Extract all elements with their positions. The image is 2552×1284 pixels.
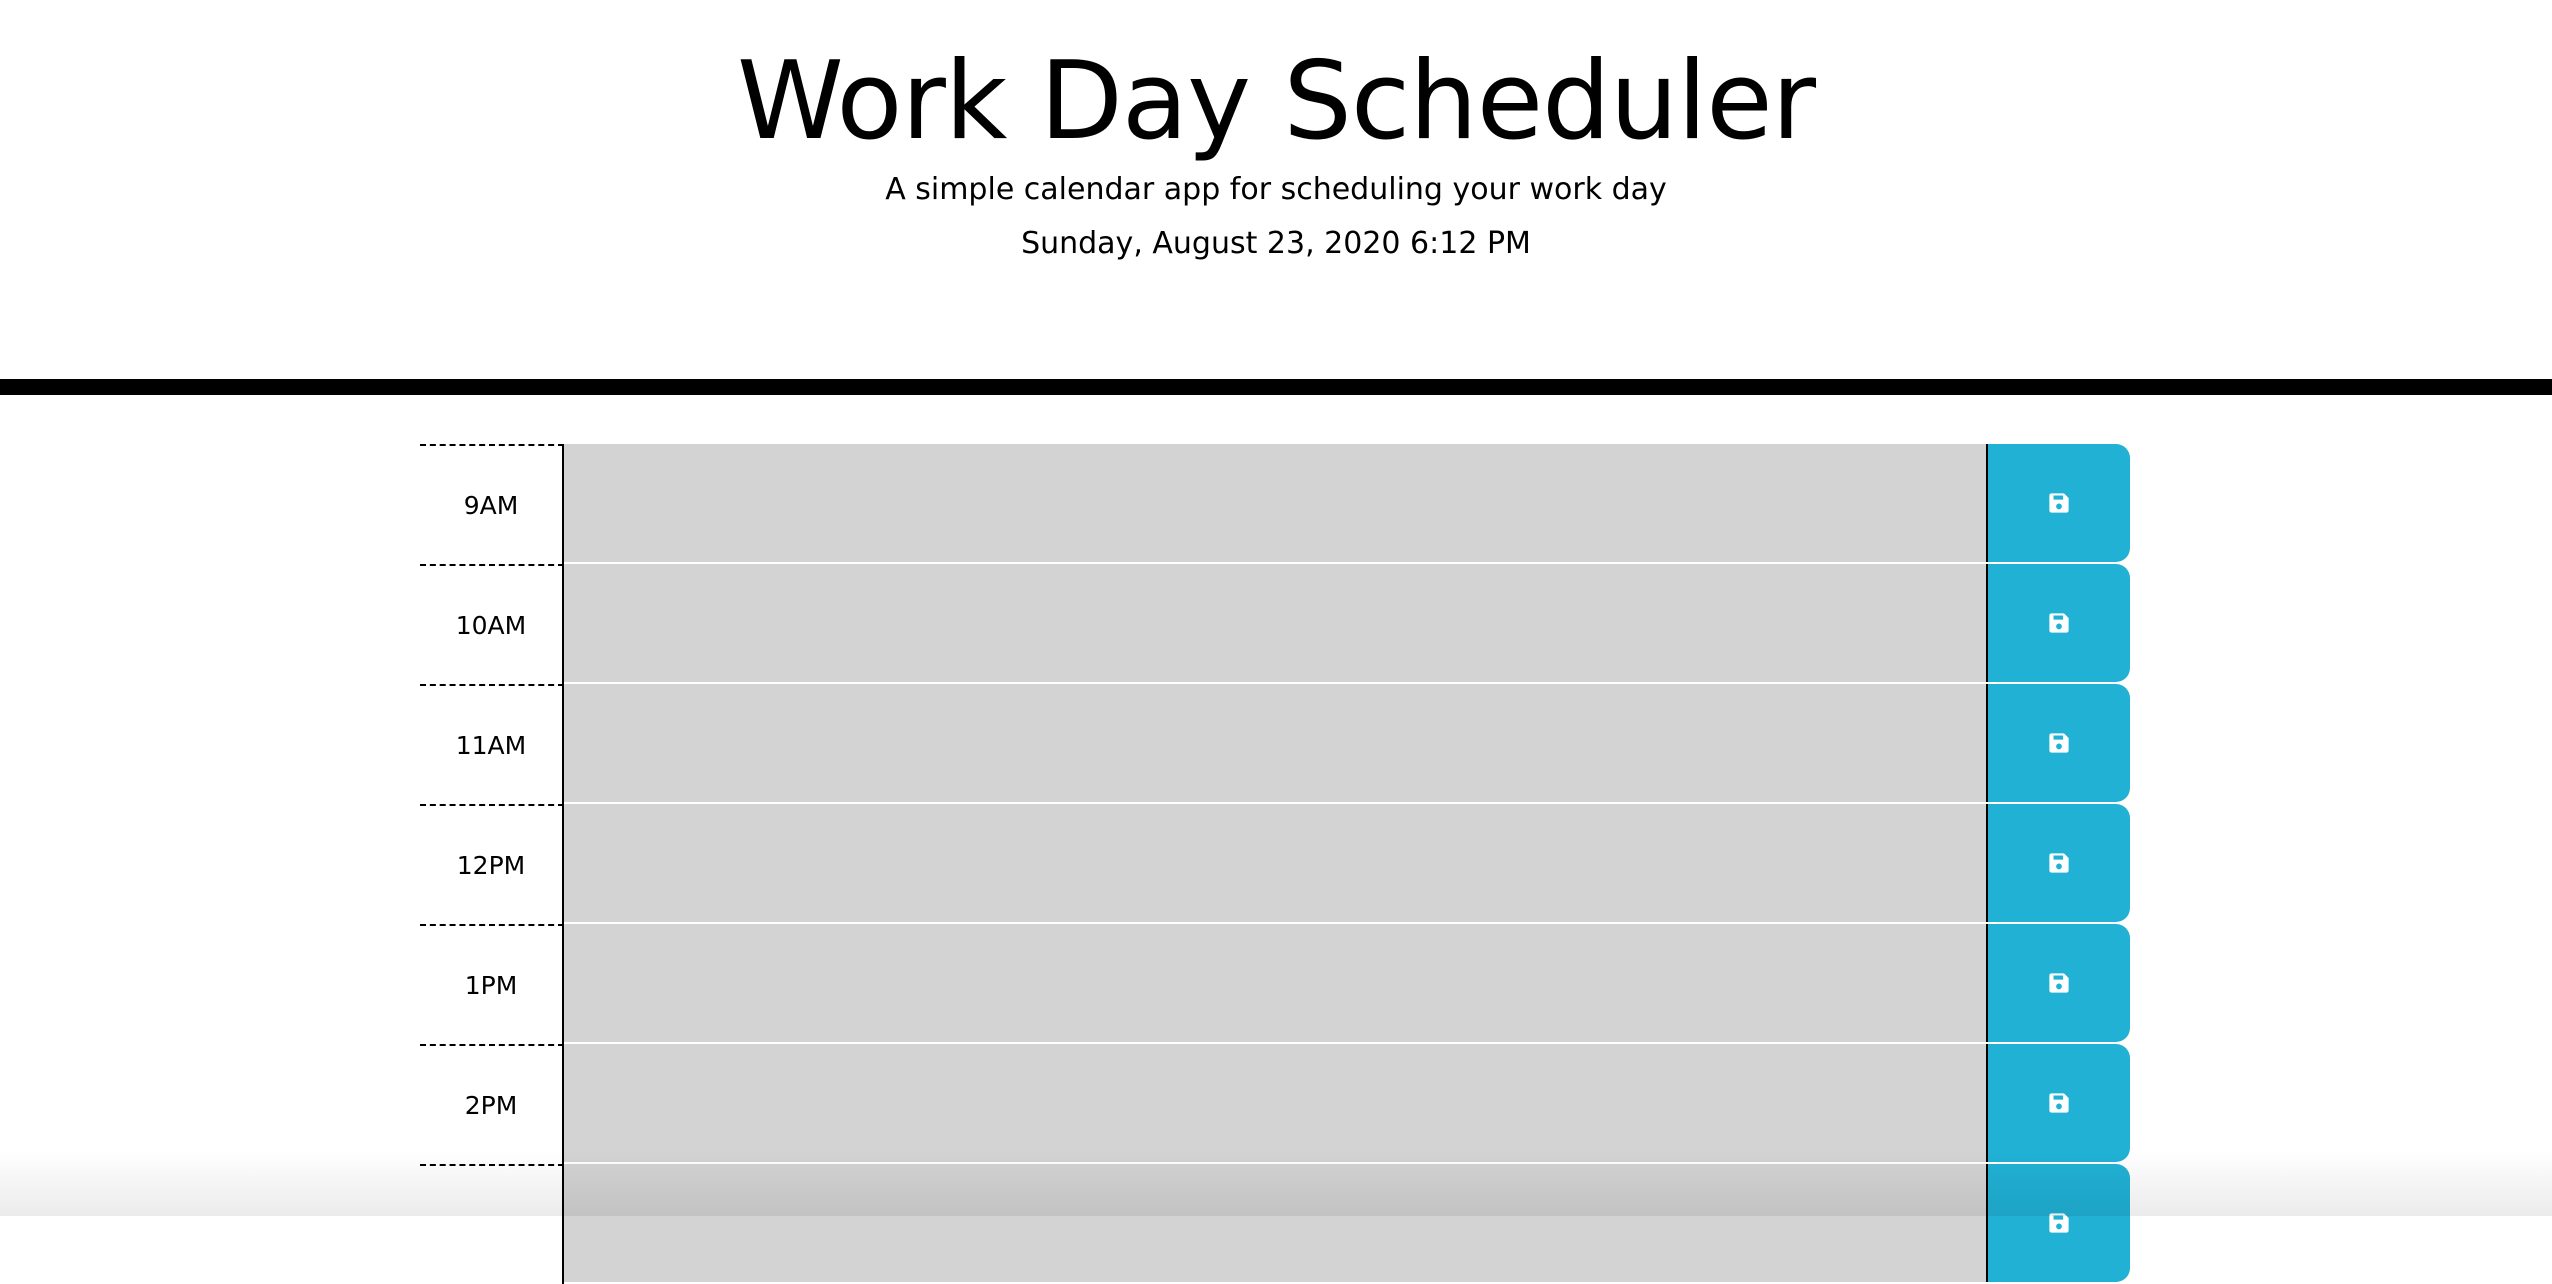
save-icon (2049, 733, 2069, 753)
save-button[interactable] (1986, 564, 2130, 682)
save-icon (2049, 853, 2069, 873)
save-icon (2049, 613, 2069, 633)
page-title: Work Day Scheduler (736, 39, 1816, 164)
hour-label (420, 1164, 564, 1284)
save-button[interactable] (1986, 1044, 2130, 1162)
save-icon (2049, 1093, 2069, 1113)
hour-label: 9AM (420, 444, 564, 564)
time-block-row (420, 1164, 2130, 1284)
hour-label: 11AM (420, 684, 564, 804)
time-block-row: 9AM (420, 444, 2130, 564)
save-button[interactable] (1986, 804, 2130, 922)
save-button[interactable] (1986, 684, 2130, 802)
time-block-row: 12PM (420, 804, 2130, 924)
timeblock-list: 9AM 10AM 11AM 12PM 1PM 2PM (420, 444, 2130, 1284)
save-icon (2049, 493, 2069, 513)
hour-label: 12PM (420, 804, 564, 924)
time-block-row: 2PM (420, 1044, 2130, 1164)
event-description-input[interactable] (564, 684, 2006, 804)
hour-label: 10AM (420, 564, 564, 684)
event-description-input[interactable] (564, 1044, 2006, 1164)
time-block-row: 11AM (420, 684, 2130, 804)
current-day: Sunday, August 23, 2020 6:12 PM (1021, 226, 1531, 261)
event-description-input[interactable] (564, 924, 2006, 1044)
save-button[interactable] (1986, 444, 2130, 562)
event-description-input[interactable] (564, 1164, 2006, 1284)
time-block-row: 10AM (420, 564, 2130, 684)
event-description-input[interactable] (564, 444, 2006, 564)
event-description-input[interactable] (564, 564, 2006, 684)
save-button[interactable] (1986, 1164, 2130, 1282)
event-description-input[interactable] (564, 804, 2006, 924)
hour-label: 2PM (420, 1044, 564, 1164)
header: Work Day Scheduler A simple calendar app… (0, 0, 2552, 395)
save-icon (2049, 973, 2069, 993)
save-button[interactable] (1986, 924, 2130, 1042)
time-block-row: 1PM (420, 924, 2130, 1044)
page-subtitle: A simple calendar app for scheduling you… (885, 172, 1667, 207)
save-icon (2049, 1213, 2069, 1233)
hour-label: 1PM (420, 924, 564, 1044)
